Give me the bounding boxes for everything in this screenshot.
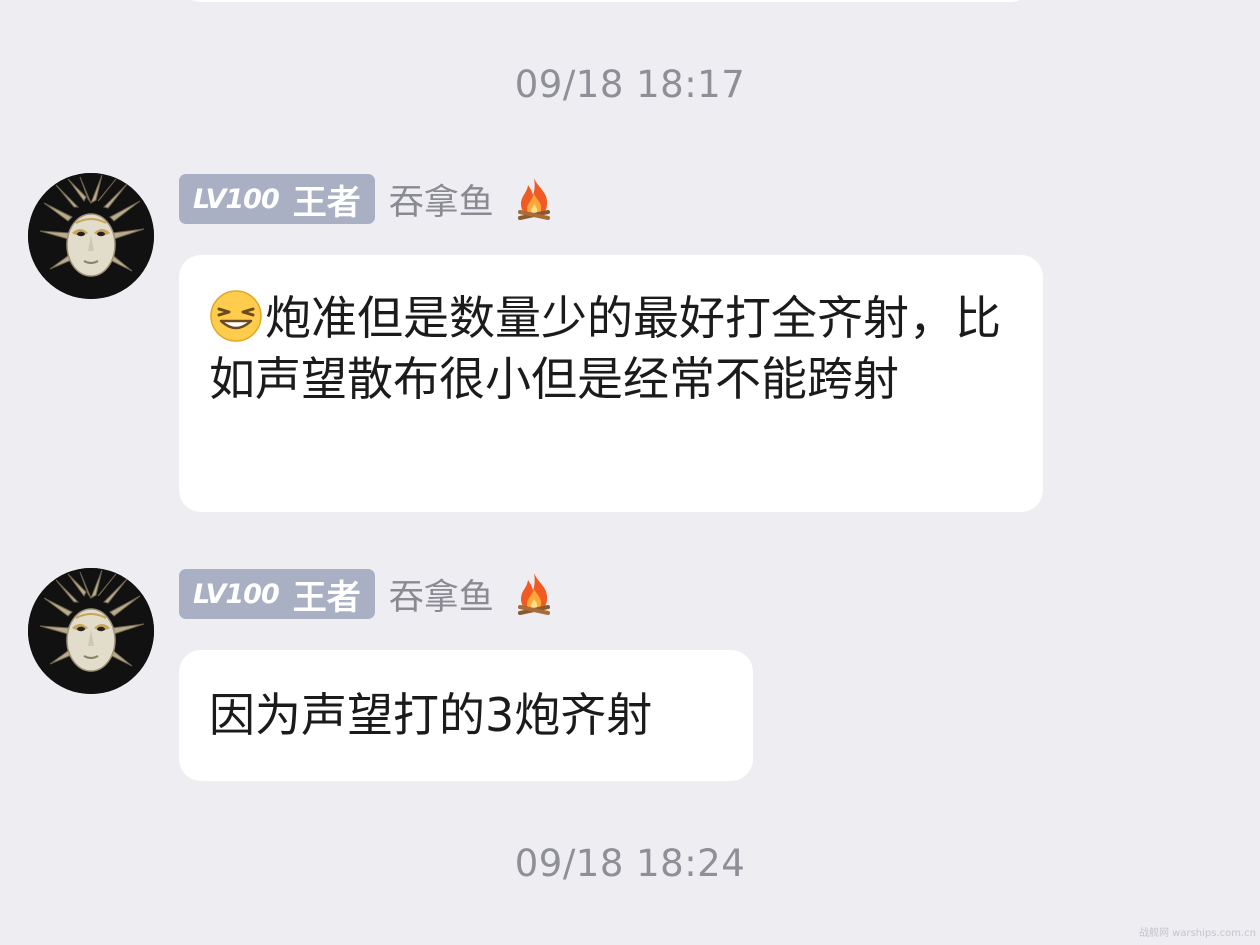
sender-name[interactable]: 吞拿鱼 (389, 569, 494, 620)
watermark: 战舰网 warships.com.cn (1138, 928, 1256, 939)
message-text: 因为声望打的3炮齐射 (209, 688, 653, 742)
rank-label: 王者 (292, 182, 361, 223)
level-badge[interactable]: LV100 王者 (179, 569, 375, 619)
rank-label: 王者 (292, 577, 361, 618)
avatar[interactable] (28, 173, 154, 299)
previous-message-bubble (180, 0, 1032, 2)
venetian-mask-avatar-icon (28, 568, 154, 694)
timestamp: 09/18 18:24 (514, 842, 746, 885)
sender-name[interactable]: 吞拿鱼 (389, 174, 494, 225)
message-header: LV100 王者 吞拿鱼 (179, 568, 554, 620)
message-bubble[interactable]: 因为声望打的3炮齐射 (179, 650, 753, 781)
flame-icon (517, 573, 550, 615)
smirk-grin-emoji-icon (210, 290, 262, 342)
avatar[interactable] (28, 568, 154, 694)
level-badge[interactable]: LV100 王者 (179, 174, 375, 224)
level-label: LV100 (193, 578, 280, 610)
message-header: LV100 王者 吞拿鱼 (179, 173, 554, 225)
flame-icon (517, 178, 550, 220)
timestamp: 09/18 18:17 (514, 63, 746, 106)
message-bubble[interactable]: 炮准但是数量少的最好打全齐射，比如声望散布很小但是经常不能跨射 (179, 255, 1043, 512)
venetian-mask-avatar-icon (28, 173, 154, 299)
level-label: LV100 (193, 183, 280, 215)
message-text: 炮准但是数量少的最好打全齐射，比如声望散布很小但是经常不能跨射 (209, 291, 1001, 406)
